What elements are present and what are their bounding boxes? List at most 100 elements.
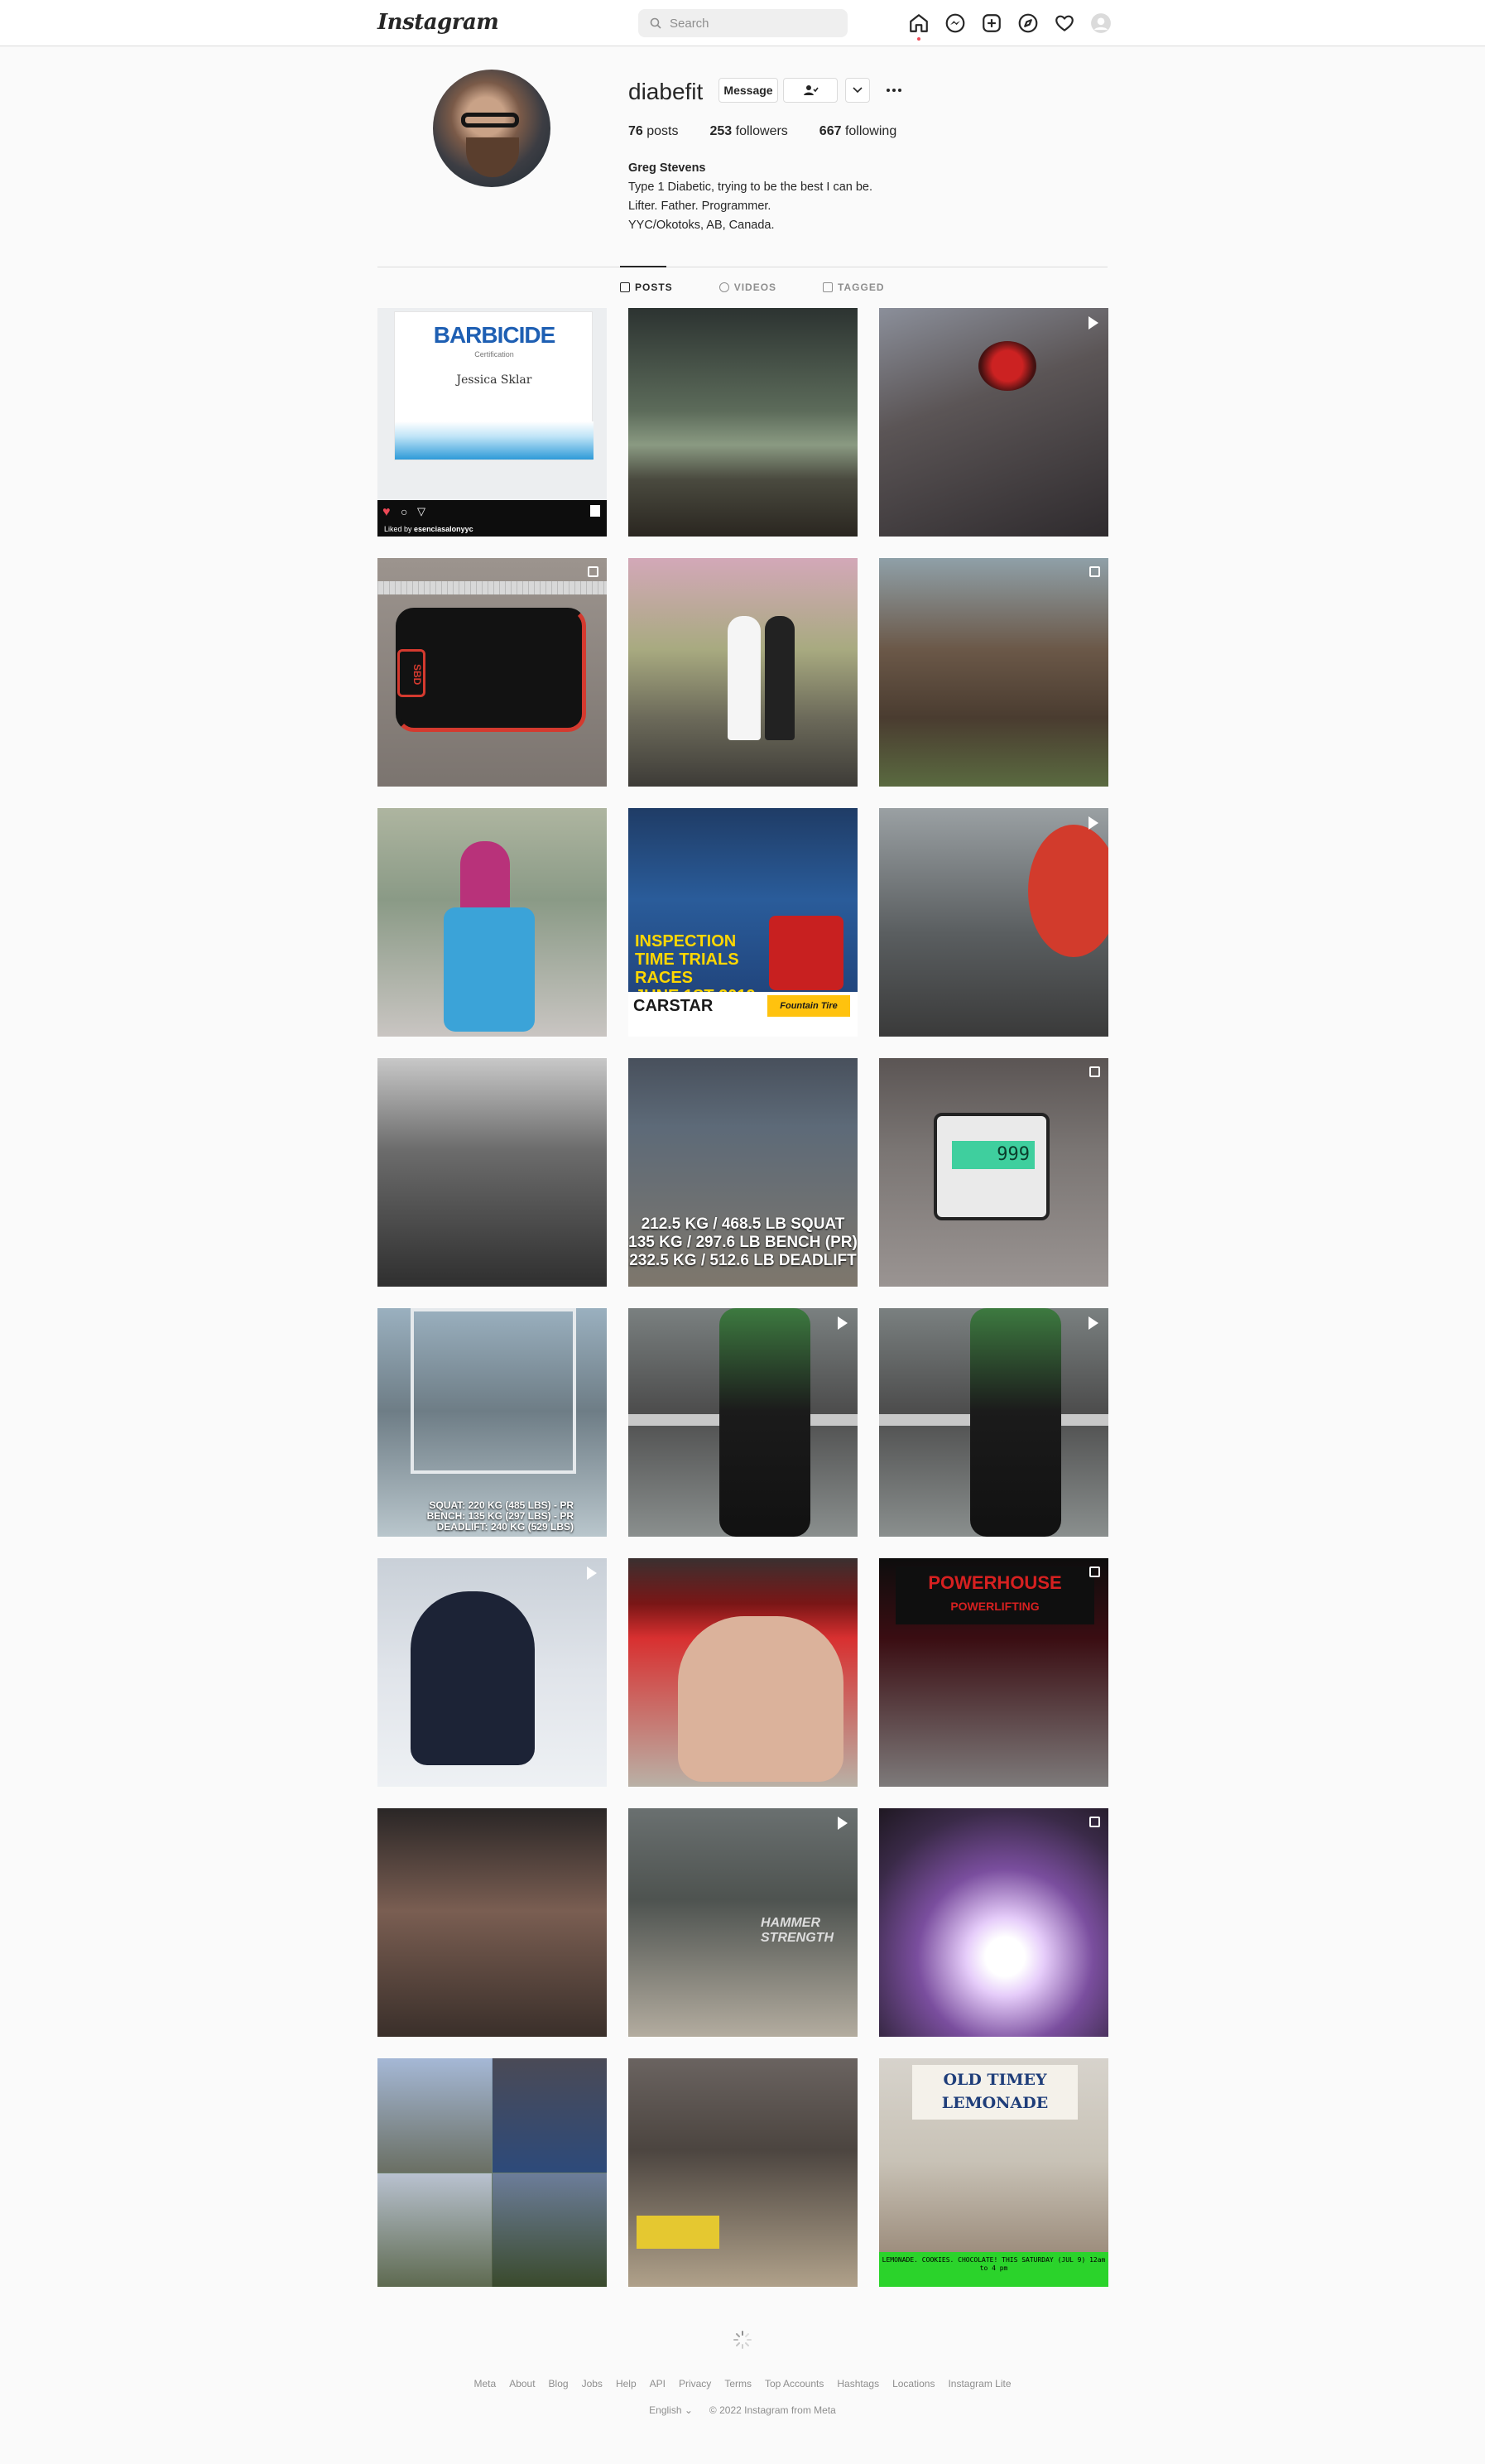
post-tile[interactable]: BARBICIDE Certification Jessica Sklar ♥ … [377, 308, 607, 537]
heart-icon: ♥ [382, 505, 391, 519]
video-badge-icon [1089, 1316, 1098, 1330]
post-tile[interactable] [377, 1808, 607, 2037]
tab-posts[interactable]: POSTS [620, 282, 673, 293]
post-tile[interactable]: 212.5 KG / 468.5 LB SQUAT 135 KG / 297.6 … [628, 1058, 858, 1287]
post-tile[interactable] [628, 1558, 858, 1787]
post-tile[interactable] [377, 808, 607, 1037]
share-icon: ▽ [417, 505, 425, 517]
post-tile[interactable] [879, 1808, 1108, 2037]
hammer-strength-text: HAMMER STRENGTH [761, 1916, 834, 1945]
certificate-name: Jessica Sklar [456, 373, 532, 387]
profile-avatar[interactable] [433, 70, 550, 187]
footer-link[interactable]: Locations [892, 2378, 935, 2389]
post-tile[interactable]: HAMMER STRENGTH [628, 1808, 858, 2037]
top-navbar: Instagram [0, 0, 1485, 46]
search-icon [650, 17, 661, 33]
footer-link[interactable]: Top Accounts [765, 2378, 824, 2389]
footer-link[interactable]: Help [616, 2378, 637, 2389]
post-tile[interactable]: 999 [879, 1058, 1108, 1287]
person-in-snow [411, 1591, 535, 1765]
chevron-down-icon [853, 87, 863, 94]
video-badge-icon [838, 1316, 848, 1330]
post-tile[interactable] [628, 308, 858, 537]
search-box[interactable] [638, 9, 848, 37]
stat-followers[interactable]: 253 followers [710, 124, 788, 139]
lemonade-sign: OLD TIMEY LEMONADE [912, 2065, 1078, 2120]
avatar-glasses [461, 113, 519, 128]
bio-line: YYC/Okotoks, AB, Canada. [628, 219, 775, 232]
stat-following[interactable]: 667 following [819, 124, 896, 139]
new-post-icon[interactable] [981, 12, 1002, 34]
ruler [377, 581, 607, 594]
video-badge-icon [838, 1817, 848, 1830]
search-input[interactable] [670, 9, 835, 37]
post-tile[interactable]: OLD TIMEY LEMONADE LEMONADE. COOKIES. CHO… [879, 2058, 1108, 2287]
activity-heart-icon[interactable] [1054, 12, 1075, 34]
gym-banner: POWERHOUSE POWERLIFTING [896, 1566, 1094, 1624]
profile-avatar-icon[interactable] [1090, 12, 1112, 34]
post-tile[interactable] [628, 558, 858, 787]
weight-plate [978, 341, 1036, 391]
collage-cell [493, 2173, 607, 2287]
race-car-logo [769, 916, 843, 990]
sbd-logo: SBD [397, 649, 425, 697]
carousel-badge-icon [1089, 566, 1100, 577]
post-tile[interactable] [377, 1558, 607, 1787]
post-tile[interactable] [628, 1308, 858, 1537]
suggested-dropdown-button[interactable] [845, 78, 870, 103]
footer-link[interactable]: Meta [474, 2378, 497, 2389]
post-tile[interactable]: SBD [377, 558, 607, 787]
post-tile[interactable] [879, 308, 1108, 537]
certificate-wave [395, 421, 594, 460]
footer-link[interactable]: Blog [549, 2378, 569, 2389]
messenger-icon[interactable] [944, 12, 966, 34]
lift-results-overlay: SQUAT: 220 KG (485 LBS) - PR BENCH: 135 K… [426, 1499, 574, 1533]
instagram-logo[interactable]: Instagram [377, 10, 499, 35]
lemonade-banner: LEMONADE. COOKIES. CHOCOLATE! THIS SATUR… [879, 2252, 1108, 2287]
following-button[interactable] [783, 78, 838, 103]
footer-links: Meta About Blog Jobs Help API Privacy Te… [0, 2378, 1485, 2389]
post-tile[interactable]: INSPECTIONTIME TRIALSRACESJUNE 1ST 2019 … [628, 808, 858, 1037]
sponsor-fountain-tire: Fountain Tire [767, 995, 850, 1017]
more-options-icon[interactable] [884, 80, 904, 100]
post-tile[interactable] [628, 2058, 858, 2287]
footer-link[interactable]: Jobs [582, 2378, 603, 2389]
posts-grid: BARBICIDE Certification Jessica Sklar ♥ … [377, 308, 1108, 2287]
post-tile[interactable] [879, 1308, 1108, 1537]
grid-icon [620, 282, 630, 292]
carousel-badge-icon [588, 566, 598, 577]
footer-link[interactable]: Terms [724, 2378, 752, 2389]
footer-link[interactable]: API [650, 2378, 666, 2389]
post-tile[interactable]: SQUAT: 220 KG (485 LBS) - PR BENCH: 135 K… [377, 1308, 607, 1537]
loading-spinner-icon [733, 2331, 752, 2349]
footer-link[interactable]: Hashtags [837, 2378, 879, 2389]
explore-icon[interactable] [1017, 12, 1039, 34]
collage-cell [377, 2058, 492, 2173]
language-select[interactable]: English ⌄ [649, 2404, 693, 2416]
comment-icon: ○ [401, 505, 408, 518]
tab-videos[interactable]: VIDEOS [718, 282, 776, 293]
sponsor-carstar: CARSTAR [633, 997, 714, 1015]
tab-tagged[interactable]: TAGGED [823, 282, 884, 293]
footer-link[interactable]: Instagram Lite [948, 2378, 1011, 2389]
meter-display: 999 [952, 1141, 1035, 1169]
following-person-icon [804, 85, 819, 95]
footer-link[interactable]: About [509, 2378, 535, 2389]
weight-plate [1028, 825, 1108, 957]
photo-frame [411, 1308, 576, 1474]
liked-by-text: Liked by esenciasalonyyc [384, 525, 473, 533]
post-tile[interactable] [377, 2058, 607, 2287]
lifter [719, 1308, 810, 1537]
post-tile[interactable] [879, 808, 1108, 1037]
groom [765, 616, 795, 740]
message-button[interactable]: Message [718, 78, 778, 103]
post-tile[interactable]: POWERHOUSE POWERLIFTING [879, 1558, 1108, 1787]
certificate: BARBICIDE Certification Jessica Sklar [394, 311, 594, 460]
post-tile[interactable] [377, 1058, 607, 1287]
home-icon[interactable] [908, 12, 930, 41]
footer-link[interactable]: Privacy [679, 2378, 711, 2389]
bookmark-icon [590, 505, 600, 517]
stat-posts[interactable]: 76 posts [628, 124, 679, 139]
post-tile[interactable] [879, 558, 1108, 787]
bio-line: Lifter. Father. Programmer. [628, 200, 771, 213]
